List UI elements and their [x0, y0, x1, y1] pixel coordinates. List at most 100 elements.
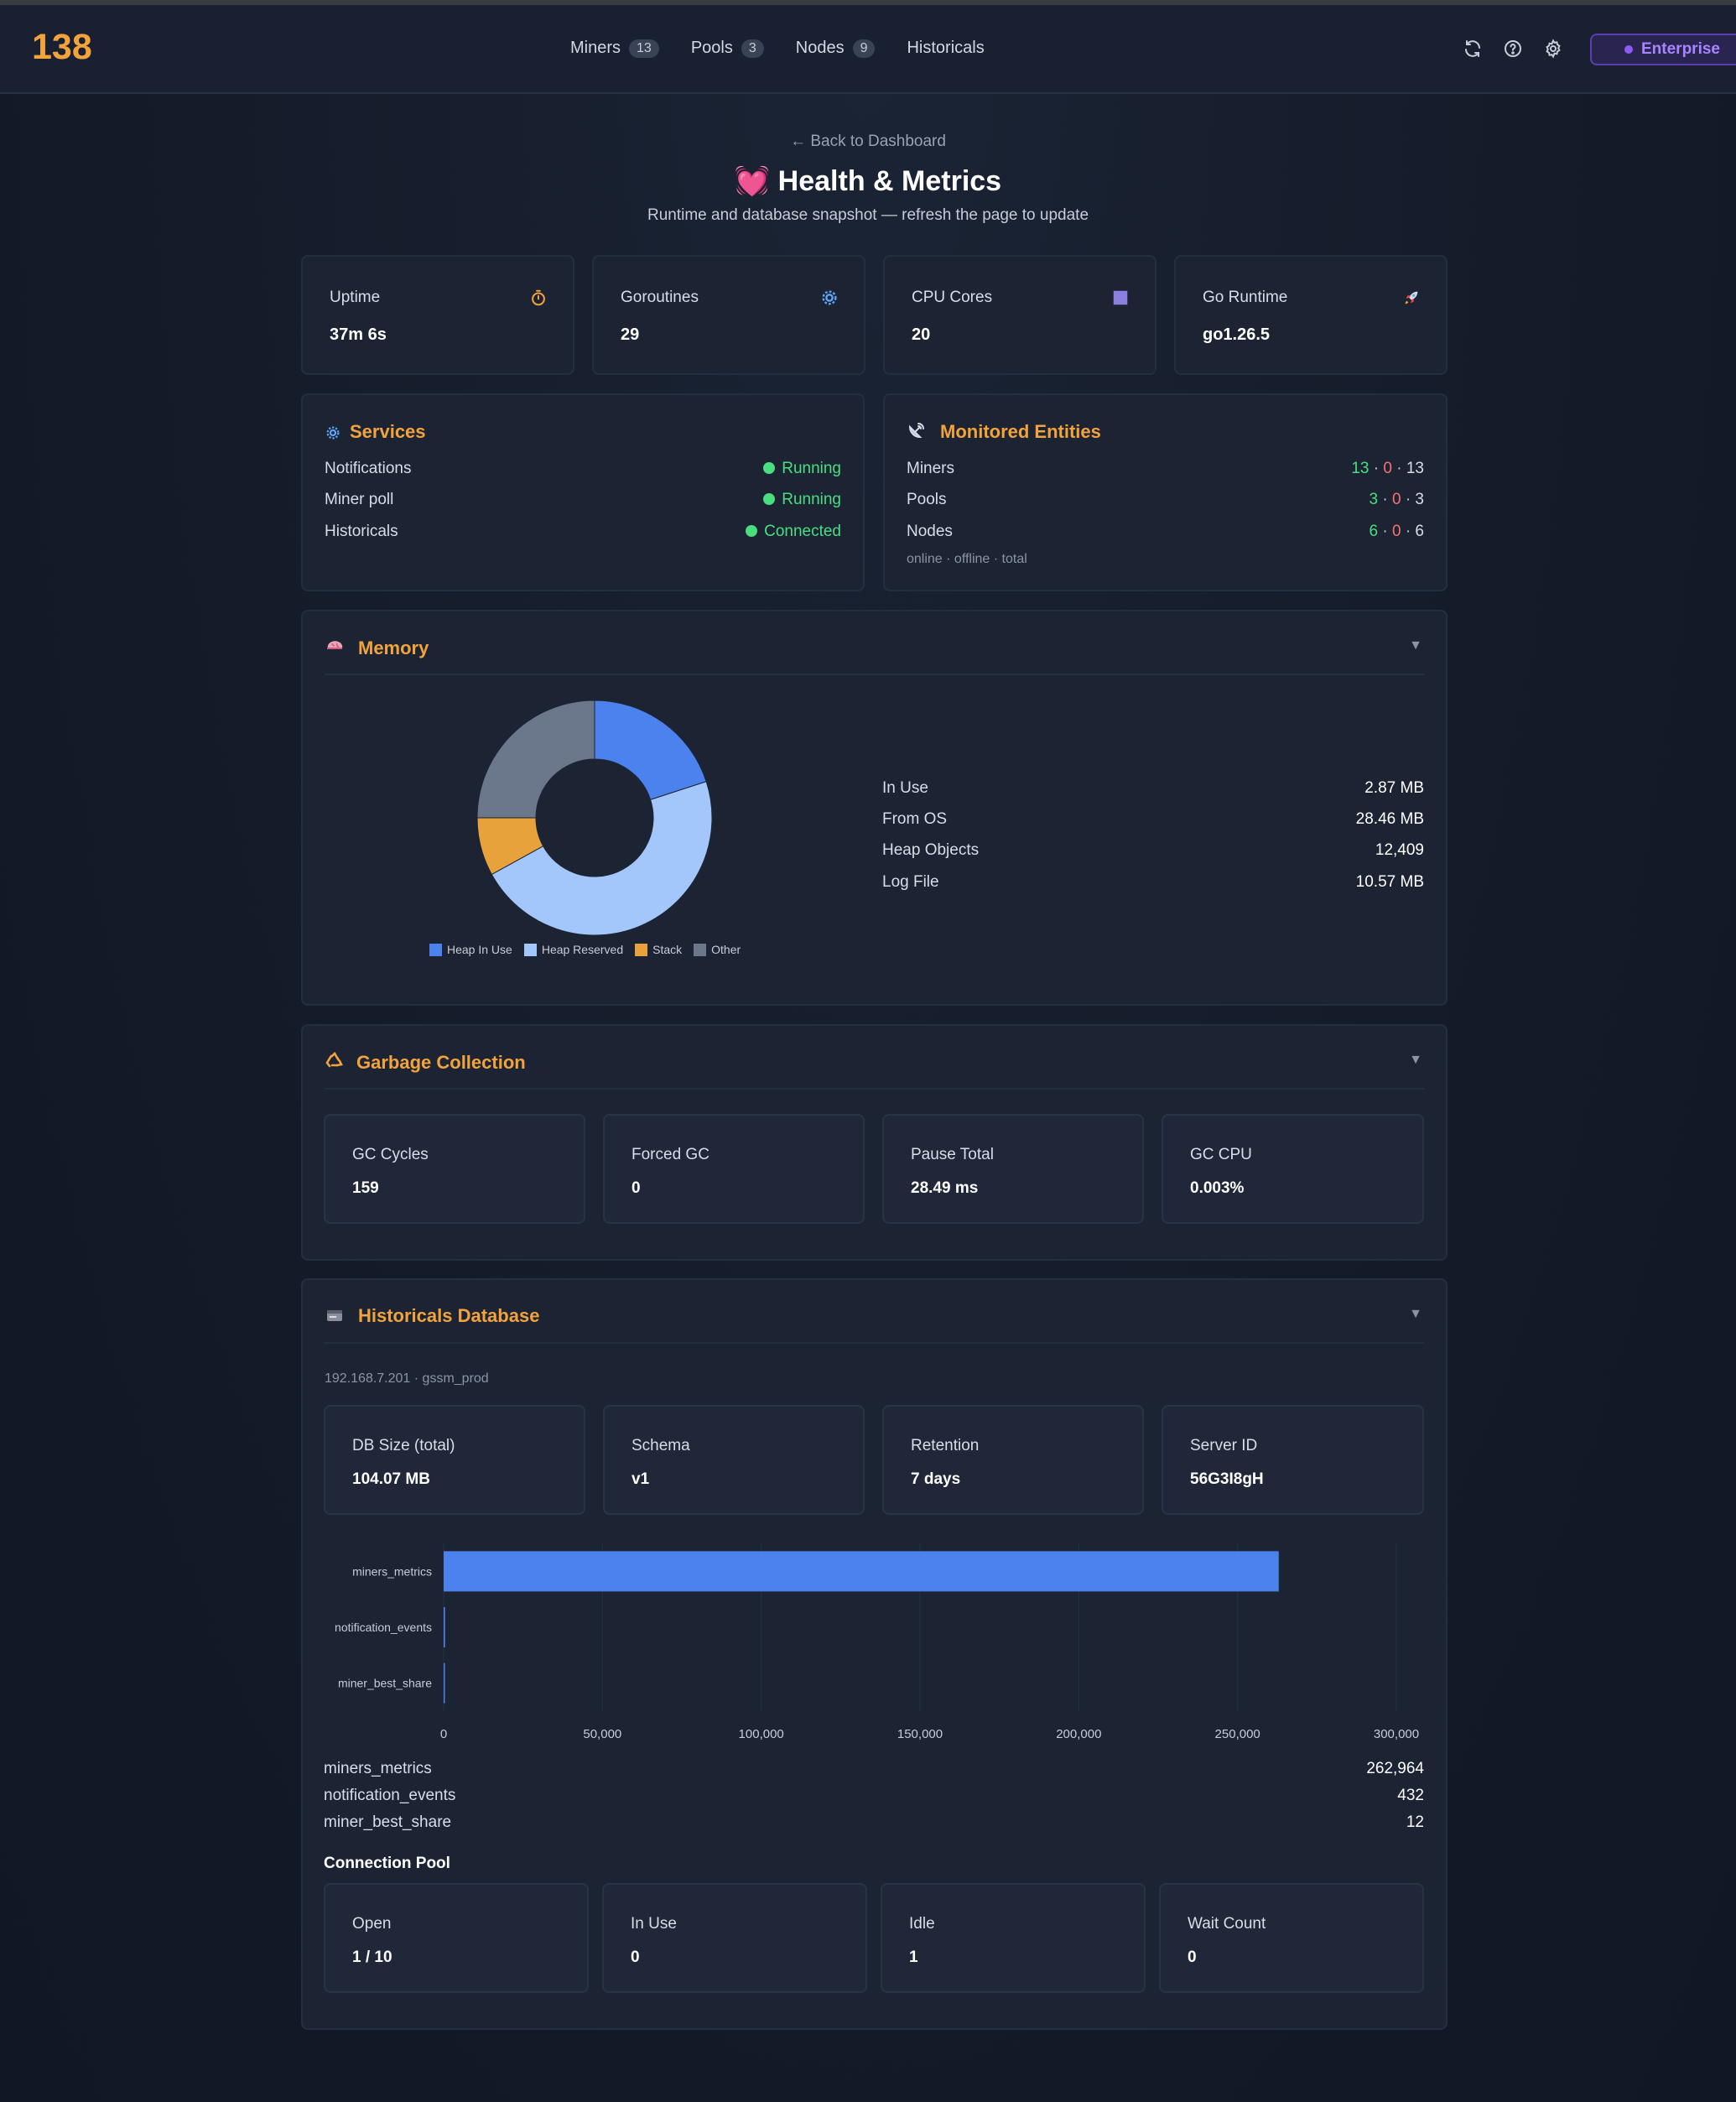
entity-label: Nodes	[907, 523, 953, 540]
nav-pools[interactable]: Pools 3	[691, 39, 764, 58]
legend-label: Heap Reserved	[541, 943, 624, 956]
x-tick-label: 250,000	[1215, 1727, 1260, 1741]
separator: ·	[1396, 460, 1402, 477]
nav-nodes[interactable]: Nodes 9	[796, 39, 876, 58]
gc-stat-card: GC Cycles 159	[324, 1114, 585, 1224]
collapse-chevron-icon[interactable]: ▼	[1409, 1053, 1422, 1068]
db-stat-value: 104.07 MB	[352, 1470, 430, 1488]
db-stat-value: v1	[632, 1470, 650, 1488]
nav-miners-label: Miners	[570, 39, 621, 57]
back-to-dashboard-link[interactable]: ← Back to Dashboard	[0, 133, 1736, 151]
refresh-icon[interactable]	[1463, 39, 1483, 59]
legend-swatch	[523, 943, 537, 956]
legend-item: Heap In Use	[429, 943, 512, 956]
legend-swatch	[694, 943, 707, 956]
separator: ·	[1373, 460, 1380, 477]
legend-swatch	[429, 943, 442, 956]
bar-miners_metrics[interactable]	[444, 1551, 1279, 1592]
donut-slice-heap-in-use[interactable]	[594, 700, 707, 800]
bar-notification_events[interactable]	[444, 1607, 445, 1647]
memory-row-label: In Use	[882, 779, 928, 797]
collapse-chevron-icon[interactable]: ▼	[1409, 1307, 1422, 1322]
gc-stat-value: 28.49 ms	[911, 1179, 979, 1197]
table-name: notification_events	[324, 1787, 456, 1804]
db-stat-label: DB Size (total)	[352, 1437, 455, 1454]
stat-value: 37m 6s	[330, 325, 387, 344]
gc-title: Garbage Collection	[356, 1052, 526, 1073]
nav-miners-count: 13	[629, 39, 659, 58]
db-stat-card: Retention 7 days	[882, 1405, 1144, 1515]
gear-icon[interactable]	[1543, 39, 1563, 59]
db-connection-info: 192.168.7.201 · gssm_prod	[325, 1371, 489, 1386]
separator: ·	[1382, 523, 1388, 540]
gear-icon	[326, 426, 340, 440]
entity-counts: 6 · 0 · 6	[1369, 523, 1424, 541]
x-tick-label: 200,000	[1056, 1727, 1101, 1741]
memory-row-value: 28.46 MB	[1355, 810, 1424, 828]
app-logo[interactable]: 138	[32, 27, 92, 68]
donut-slice-other[interactable]	[476, 700, 595, 819]
memory-donut-chart	[476, 700, 713, 936]
entity-offline: 0	[1391, 523, 1401, 540]
nav-miners[interactable]: Miners 13	[570, 39, 659, 58]
stat-label: Goroutines	[621, 289, 699, 306]
service-status-text: Running	[782, 460, 841, 477]
collapse-chevron-icon[interactable]: ▼	[1409, 638, 1422, 653]
separator: ·	[1405, 491, 1411, 508]
service-status: Connected	[746, 523, 841, 541]
separator: ·	[1382, 491, 1388, 508]
stat-value: go1.26.5	[1203, 325, 1271, 344]
table-name: miners_metrics	[324, 1760, 432, 1777]
timer-icon	[532, 289, 545, 306]
bar-miner_best_share[interactable]	[444, 1662, 445, 1704]
table-row-count: 262,964	[1366, 1760, 1424, 1777]
help-icon[interactable]	[1503, 39, 1523, 59]
entity-online: 6	[1369, 523, 1379, 540]
memory-row-label: Log File	[882, 873, 939, 891]
gc-stat-value: 159	[352, 1179, 379, 1197]
table-rows-bar-chart: 0 50,000 100,000 150,000 200,000 250,000 300,0…	[335, 1543, 1419, 1741]
db-stat-value: 56G3I8gH	[1190, 1470, 1264, 1488]
legend-label: Stack	[652, 943, 683, 956]
db-stat-card: Server ID 56G3I8gH	[1162, 1405, 1424, 1515]
legend-swatch	[635, 943, 648, 956]
pool-stat-value: 1 / 10	[352, 1949, 392, 1966]
legend-item: Other	[694, 943, 741, 956]
service-status-text: Connected	[764, 523, 841, 540]
connection-pool-heading: Connection Pool	[324, 1855, 450, 1872]
entity-total: 3	[1415, 491, 1424, 508]
legend-item: Heap Reserved	[523, 943, 624, 956]
db-stat-card: Schema v1	[603, 1405, 865, 1515]
pool-stat-label: In Use	[631, 1915, 677, 1933]
x-tick-label: 300,000	[1374, 1727, 1419, 1741]
x-tick-label: 0	[440, 1727, 447, 1741]
gc-stat-label: GC CPU	[1190, 1146, 1252, 1163]
nav-nodes-count: 9	[852, 39, 876, 58]
service-label: Notifications	[325, 460, 412, 477]
satellite-icon	[908, 423, 924, 439]
table-name: miner_best_share	[324, 1813, 452, 1831]
service-status-text: Running	[782, 491, 841, 508]
top-header: 138 Miners 13 Pools 3 Nodes 9 Historical…	[0, 5, 1736, 94]
x-tick-label: 50,000	[583, 1727, 621, 1741]
x-tick-label: 150,000	[897, 1727, 943, 1741]
enterprise-badge[interactable]: Enterprise	[1590, 34, 1736, 65]
nav-pools-count: 3	[741, 39, 764, 58]
header-actions	[1463, 39, 1563, 59]
service-label: Historicals	[325, 523, 398, 540]
status-dot-icon	[763, 462, 776, 474]
section-divider	[325, 1088, 1424, 1090]
historicals-db-title: Historicals Database	[358, 1305, 540, 1326]
db-stat-label: Schema	[632, 1437, 690, 1454]
stat-card-uptime: Uptime 37m 6s	[301, 255, 574, 375]
memory-title: Memory	[358, 637, 429, 658]
x-tick-label: 100,000	[739, 1727, 784, 1741]
nav-nodes-label: Nodes	[795, 39, 845, 57]
stat-card-cpu-cores: CPU Cores 20	[883, 255, 1156, 375]
stat-label: Go Runtime	[1203, 289, 1288, 306]
nav-historicals[interactable]: Historicals	[907, 39, 984, 58]
gear-icon	[822, 290, 837, 305]
stat-label: CPU Cores	[912, 289, 993, 306]
section-divider	[325, 1342, 1424, 1344]
stat-label: Uptime	[330, 289, 381, 306]
